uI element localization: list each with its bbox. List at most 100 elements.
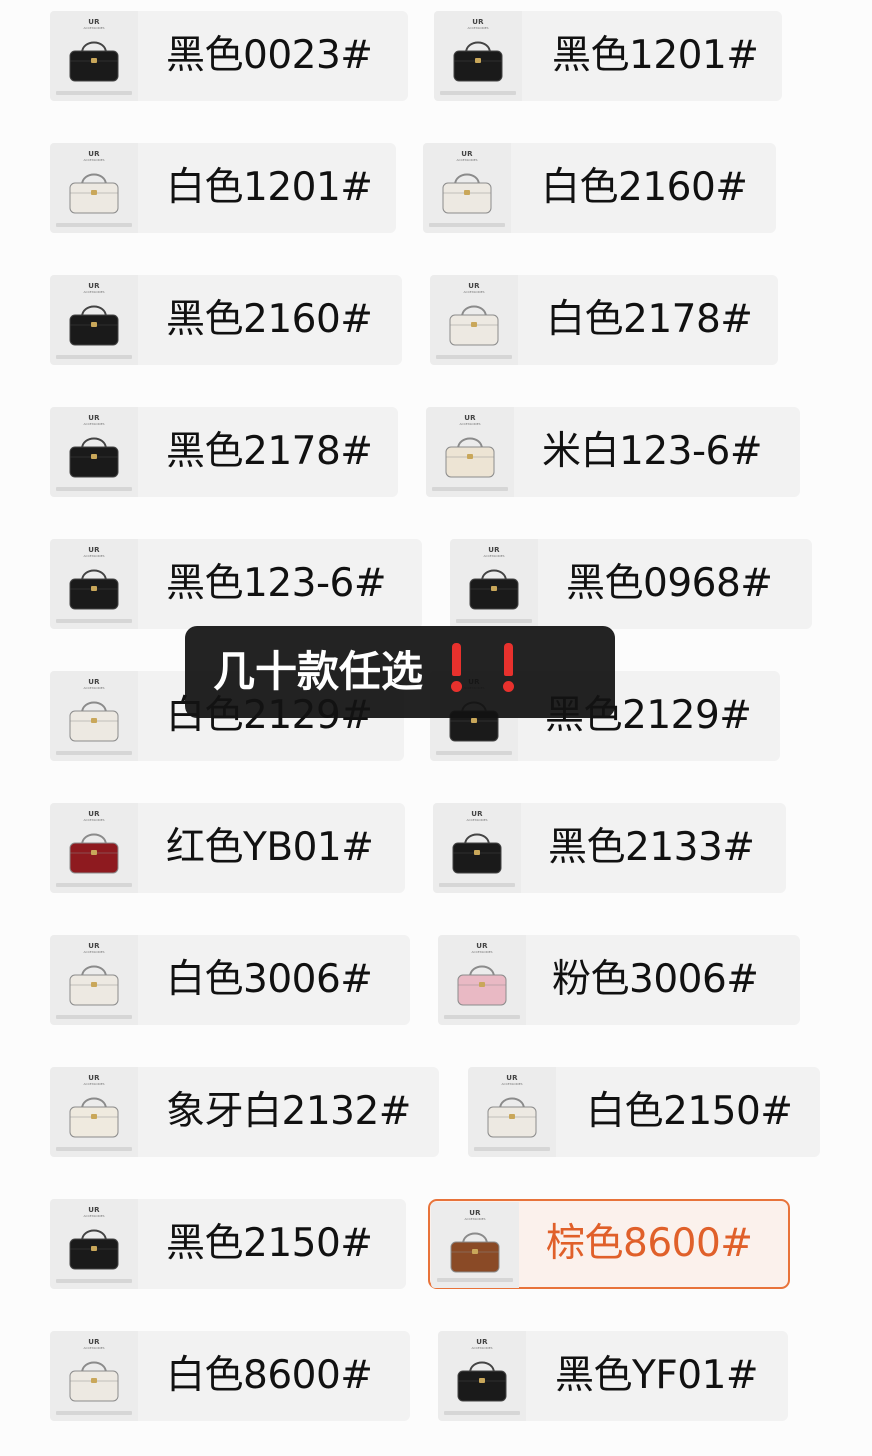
- handbag-icon: [69, 1229, 119, 1270]
- brand-subtitle: ACCESSORIES: [459, 422, 481, 426]
- product-label: 白色2178#: [546, 297, 753, 342]
- product-card[interactable]: UR ACCESSORIES 黑色2133#: [433, 803, 786, 893]
- product-thumbnail[interactable]: URACCESSORIES: [50, 1199, 138, 1289]
- product-card[interactable]: UR ACCESSORIES 黑色1201#: [434, 11, 782, 101]
- product-label: 黑色2133#: [548, 825, 755, 870]
- brand-logo: UR: [88, 1338, 100, 1346]
- brand-logo: UR: [88, 810, 100, 818]
- brand-subtitle: ACCESSORIES: [83, 290, 105, 294]
- product-thumbnail[interactable]: URACCESSORIES: [468, 1067, 556, 1157]
- product-card[interactable]: UR ACCESSORIES 黑色123-6#: [50, 539, 422, 629]
- brand-subtitle: ACCESSORIES: [467, 26, 489, 30]
- product-thumbnail[interactable]: URACCESSORIES: [431, 1202, 519, 1288]
- product-card[interactable]: UR ACCESSORIES 白色8600#: [50, 1331, 410, 1421]
- product-card[interactable]: UR ACCESSORIES 黑色2150#: [50, 1199, 406, 1289]
- thumbnail-caption-bar: [429, 223, 505, 227]
- product-thumbnail[interactable]: URACCESSORIES: [433, 803, 521, 893]
- brand-logo: UR: [468, 282, 480, 290]
- brand-subtitle: ACCESSORIES: [501, 1082, 523, 1086]
- brand-logo: UR: [476, 942, 488, 950]
- thumbnail-caption-bar: [56, 487, 132, 491]
- brand-subtitle: ACCESSORIES: [83, 950, 105, 954]
- brand-subtitle: ACCESSORIES: [471, 1346, 493, 1350]
- product-thumbnail[interactable]: URACCESSORIES: [438, 1331, 526, 1421]
- handbag-icon: [69, 1097, 119, 1138]
- product-card[interactable]: UR ACCESSORIES 白色2178#: [430, 275, 778, 365]
- brand-subtitle: ACCESSORIES: [466, 818, 488, 822]
- thumbnail-caption-bar: [474, 1147, 550, 1151]
- product-label: 象牙白2132#: [166, 1089, 411, 1134]
- product-thumbnail[interactable]: URACCESSORIES: [50, 143, 138, 233]
- exclamation-icon: [449, 643, 463, 693]
- brand-subtitle: ACCESSORIES: [83, 1214, 105, 1218]
- product-label: 黑色2160#: [166, 297, 373, 342]
- handbag-icon: [445, 437, 495, 478]
- brand-subtitle: ACCESSORIES: [83, 1082, 105, 1086]
- product-thumbnail[interactable]: URACCESSORIES: [50, 935, 138, 1025]
- product-label: 黑色2150#: [166, 1221, 373, 1266]
- product-label: 棕色8600#: [546, 1221, 753, 1266]
- product-thumbnail[interactable]: URACCESSORIES: [426, 407, 514, 497]
- brand-logo: UR: [472, 18, 484, 26]
- handbag-icon: [457, 1361, 507, 1402]
- product-thumbnail[interactable]: URACCESSORIES: [50, 11, 138, 101]
- product-card[interactable]: UR ACCESSORIES 粉色3006#: [438, 935, 800, 1025]
- product-card[interactable]: UR ACCESSORIES 棕色8600#: [428, 1199, 790, 1289]
- toast-popup: 几十款任选: [185, 626, 615, 718]
- product-label: 米白123-6#: [542, 429, 763, 474]
- brand-subtitle: ACCESSORIES: [83, 686, 105, 690]
- thumbnail-caption-bar: [56, 223, 132, 227]
- product-card[interactable]: UR ACCESSORIES 白色2160#: [423, 143, 776, 233]
- product-thumbnail[interactable]: URACCESSORIES: [450, 539, 538, 629]
- product-label: 黑色0023#: [166, 33, 373, 78]
- product-thumbnail[interactable]: URACCESSORIES: [50, 803, 138, 893]
- product-card[interactable]: UR ACCESSORIES 黑色2178#: [50, 407, 398, 497]
- brand-logo: UR: [88, 1206, 100, 1214]
- product-thumbnail[interactable]: URACCESSORIES: [50, 539, 138, 629]
- handbag-icon: [69, 41, 119, 82]
- product-card[interactable]: UR ACCESSORIES 黑色0968#: [450, 539, 812, 629]
- handbag-icon: [69, 1361, 119, 1402]
- product-thumbnail[interactable]: URACCESSORIES: [50, 275, 138, 365]
- product-card[interactable]: UR ACCESSORIES 白色1201#: [50, 143, 396, 233]
- brand-subtitle: ACCESSORIES: [456, 158, 478, 162]
- brand-logo: UR: [88, 546, 100, 554]
- product-card[interactable]: UR ACCESSORIES 黑色0023#: [50, 11, 408, 101]
- brand-logo: UR: [88, 18, 100, 26]
- handbag-icon: [452, 833, 502, 874]
- handbag-icon: [69, 569, 119, 610]
- thumbnail-caption-bar: [456, 619, 532, 623]
- product-thumbnail[interactable]: URACCESSORIES: [438, 935, 526, 1025]
- product-card[interactable]: UR ACCESSORIES 黑色YF01#: [438, 1331, 788, 1421]
- product-card[interactable]: UR ACCESSORIES 红色YB01#: [50, 803, 405, 893]
- product-label: 白色2150#: [586, 1089, 793, 1134]
- product-thumbnail[interactable]: URACCESSORIES: [50, 1067, 138, 1157]
- product-card[interactable]: UR ACCESSORIES 黑色2160#: [50, 275, 402, 365]
- handbag-icon: [469, 569, 519, 610]
- product-thumbnail[interactable]: URACCESSORIES: [423, 143, 511, 233]
- handbag-icon: [69, 437, 119, 478]
- brand-logo: UR: [88, 282, 100, 290]
- product-thumbnail[interactable]: URACCESSORIES: [434, 11, 522, 101]
- thumbnail-caption-bar: [436, 355, 512, 359]
- thumbnail-caption-bar: [56, 1279, 132, 1283]
- thumbnail-caption-bar: [56, 355, 132, 359]
- toast-text: 几十款任选: [213, 647, 424, 696]
- product-card[interactable]: UR ACCESSORIES 米白123-6#: [426, 407, 800, 497]
- product-card[interactable]: UR ACCESSORIES 象牙白2132#: [50, 1067, 439, 1157]
- brand-logo: UR: [488, 546, 500, 554]
- product-thumbnail[interactable]: URACCESSORIES: [50, 1331, 138, 1421]
- product-card[interactable]: UR ACCESSORIES 白色3006#: [50, 935, 410, 1025]
- brand-logo: UR: [471, 810, 483, 818]
- product-thumbnail[interactable]: URACCESSORIES: [50, 671, 138, 761]
- product-thumbnail[interactable]: URACCESSORIES: [50, 407, 138, 497]
- brand-logo: UR: [476, 1338, 488, 1346]
- handbag-icon: [69, 173, 119, 214]
- brand-subtitle: ACCESSORIES: [463, 290, 485, 294]
- thumbnail-caption-bar: [444, 1411, 520, 1415]
- product-thumbnail[interactable]: URACCESSORIES: [430, 275, 518, 365]
- product-label: 粉色3006#: [552, 957, 759, 1002]
- product-label: 红色YB01#: [166, 825, 374, 870]
- product-card[interactable]: UR ACCESSORIES 白色2150#: [468, 1067, 820, 1157]
- brand-logo: UR: [88, 1074, 100, 1082]
